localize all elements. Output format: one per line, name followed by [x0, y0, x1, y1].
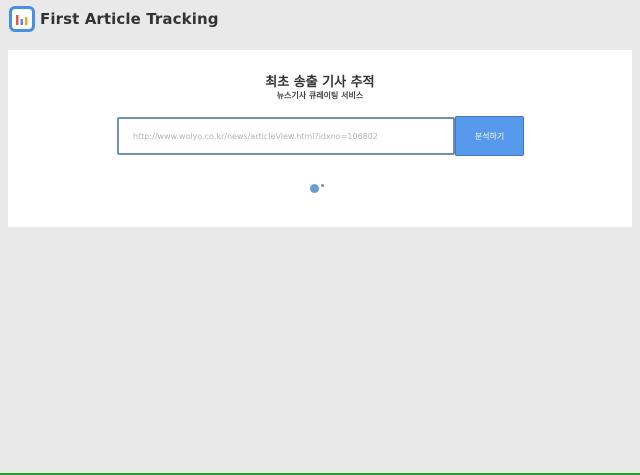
page-title: 최초 송출 기사 추적 [265, 75, 375, 90]
app-header: First Article Tracking [9, 6, 219, 32]
article-url-input[interactable] [117, 117, 455, 155]
page-subtitle: 뉴스기사 큐레이팅 서비스 [276, 91, 364, 100]
loading-spinner-icon [310, 183, 330, 195]
spinner-dot [321, 184, 324, 187]
app-title: First Article Tracking [40, 10, 219, 28]
search-panel: 최초 송출 기사 추적 뉴스기사 큐레이팅 서비스 분석하기 [8, 50, 632, 227]
bar-chart-icon [9, 6, 35, 32]
analyze-button[interactable]: 분석하기 [455, 116, 524, 156]
spinner-dot [310, 184, 319, 193]
page: First Article Tracking 최초 송출 기사 추적 뉴스기사 … [0, 0, 640, 475]
